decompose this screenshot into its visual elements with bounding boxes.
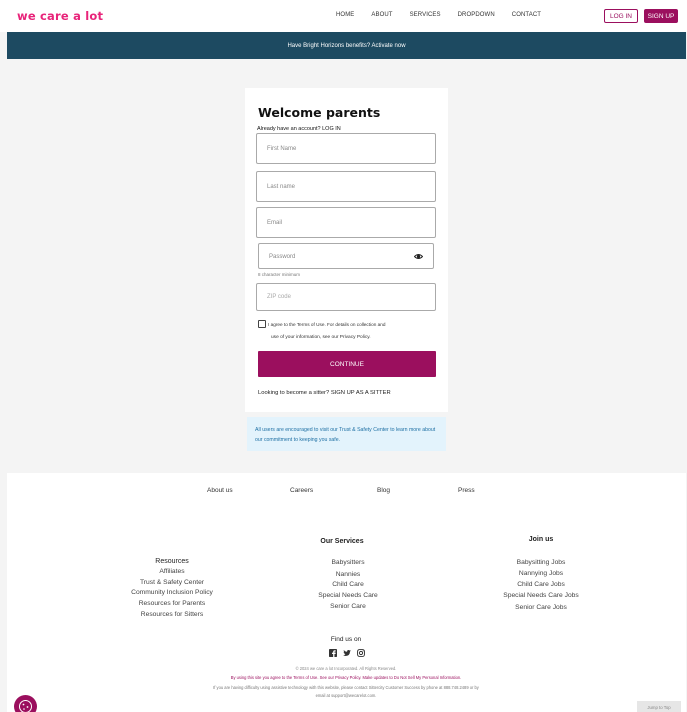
nav-contact[interactable]: CONTACT <box>512 12 541 18</box>
join-item[interactable]: Nannying Jobs <box>519 570 563 577</box>
services-item[interactable]: Babysitters <box>331 559 364 566</box>
services-item[interactable]: Special Needs Care <box>318 592 377 599</box>
resources-item[interactable]: Community Inclusion Policy <box>131 589 213 596</box>
join-title: Join us <box>528 536 554 543</box>
footer-link-blog[interactable]: Blog <box>377 487 390 494</box>
password-placeholder: Password <box>269 254 296 260</box>
instagram-icon[interactable] <box>357 649 365 657</box>
zip-placeholder: ZIP code <box>267 294 291 300</box>
resources-item[interactable]: Affiliates <box>159 568 184 575</box>
signup-button[interactable]: SIGN UP <box>644 9 678 23</box>
email-placeholder: Email <box>267 220 283 226</box>
login-button[interactable]: LOG IN <box>604 9 638 23</box>
site-header: we care a lot HOME ABOUT SERVICES DROPDO… <box>0 0 687 32</box>
email-field[interactable]: Email <box>256 207 436 238</box>
join-item[interactable]: Child Care Jobs <box>517 581 565 588</box>
twitter-icon[interactable] <box>343 649 351 657</box>
cookie-settings-button[interactable] <box>14 695 37 712</box>
nav-home[interactable]: HOME <box>336 12 354 18</box>
join-item[interactable]: Babysitting Jobs <box>517 559 566 566</box>
copyright-text: © 2024 we care a lot Incorporated. All R… <box>295 666 397 671</box>
footer-link-about[interactable]: About us <box>207 487 233 494</box>
join-item[interactable]: Special Needs Care Jobs <box>503 592 578 599</box>
jump-to-top-button[interactable]: Jump to Top <box>637 701 681 712</box>
main-nav: HOME ABOUT SERVICES DROPDOWN CONTACT <box>336 12 558 18</box>
nav-services[interactable]: SERVICES <box>410 12 441 18</box>
last-name-field[interactable]: Last name <box>256 171 436 202</box>
assistive-text: If you are having difficulty using assis… <box>213 685 479 690</box>
footer-link-press[interactable]: Press <box>458 487 475 494</box>
resources-item[interactable]: Trust & Safety Center <box>140 579 204 586</box>
find-us-label: Find us on <box>330 636 362 643</box>
login-prompt[interactable]: Already have an account? LOG IN <box>257 126 341 132</box>
footer-link-careers[interactable]: Careers <box>290 487 313 494</box>
resources-item[interactable]: Resources for Sitters <box>141 611 203 618</box>
password-field[interactable]: Password <box>258 243 434 269</box>
terms-text-line2: use of your information, see our Privacy… <box>271 335 371 340</box>
page-title: Welcome parents <box>258 105 381 120</box>
sitter-signup-link[interactable]: Looking to become a sitter? SIGN UP AS A… <box>258 390 391 396</box>
services-item[interactable]: Nannies <box>336 571 361 578</box>
resources-item[interactable]: Resources for Parents <box>139 600 206 607</box>
cookie-icon <box>19 700 32 712</box>
eye-icon[interactable] <box>414 252 423 261</box>
terms-text-line1: I agree to the Terms of Use. For details… <box>268 322 386 327</box>
first-name-placeholder: First Name <box>267 146 297 152</box>
join-item[interactable]: Senior Care Jobs <box>515 604 567 611</box>
services-item[interactable]: Senior Care <box>330 603 366 610</box>
safety-notice-text[interactable]: All users are encouraged to visit our Tr… <box>255 425 438 445</box>
nav-dropdown[interactable]: DROPDOWN <box>458 12 495 18</box>
services-item[interactable]: Child Care <box>332 581 364 588</box>
continue-button[interactable]: CONTINUE <box>258 351 436 377</box>
last-name-placeholder: Last name <box>267 184 296 190</box>
safety-notice: All users are encouraged to visit our Tr… <box>247 417 446 451</box>
nav-about[interactable]: ABOUT <box>371 12 392 18</box>
terms-privacy-text[interactable]: By using this site you agree to the Term… <box>231 675 462 680</box>
signup-card: Welcome parents Already have an account?… <box>245 88 448 412</box>
resources-title: Resources <box>155 558 189 565</box>
facebook-icon[interactable] <box>329 649 337 657</box>
first-name-field[interactable]: First Name <box>256 133 436 164</box>
logo[interactable]: we care a lot <box>17 9 103 23</box>
benefits-banner[interactable]: Have Bright Horizons benefits? Activate … <box>7 32 686 59</box>
terms-checkbox[interactable] <box>258 320 266 328</box>
site-footer: About us Careers Blog Press Resources Af… <box>7 473 686 712</box>
support-email-text[interactable]: email at support@wecarelot.com. <box>316 693 377 698</box>
zip-field[interactable]: ZIP code <box>256 283 436 311</box>
password-hint: 8 character minimum <box>258 272 301 277</box>
services-title: Our Services <box>320 538 364 545</box>
